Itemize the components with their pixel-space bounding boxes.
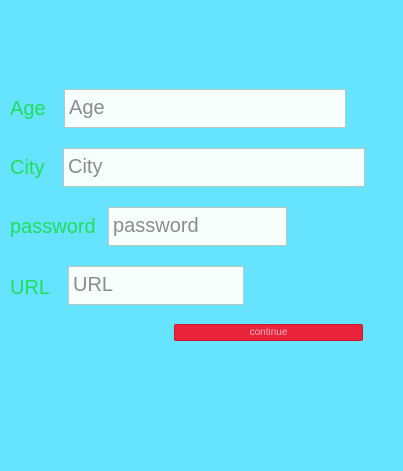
password-label: password xyxy=(10,216,96,238)
url-input[interactable] xyxy=(68,266,244,305)
age-label: Age xyxy=(10,98,46,120)
city-label: City xyxy=(10,157,45,179)
password-input[interactable] xyxy=(108,207,287,246)
continue-button[interactable]: continue xyxy=(174,324,363,341)
url-label: URL xyxy=(10,277,51,299)
city-input[interactable] xyxy=(63,148,365,187)
age-input[interactable] xyxy=(64,89,346,128)
